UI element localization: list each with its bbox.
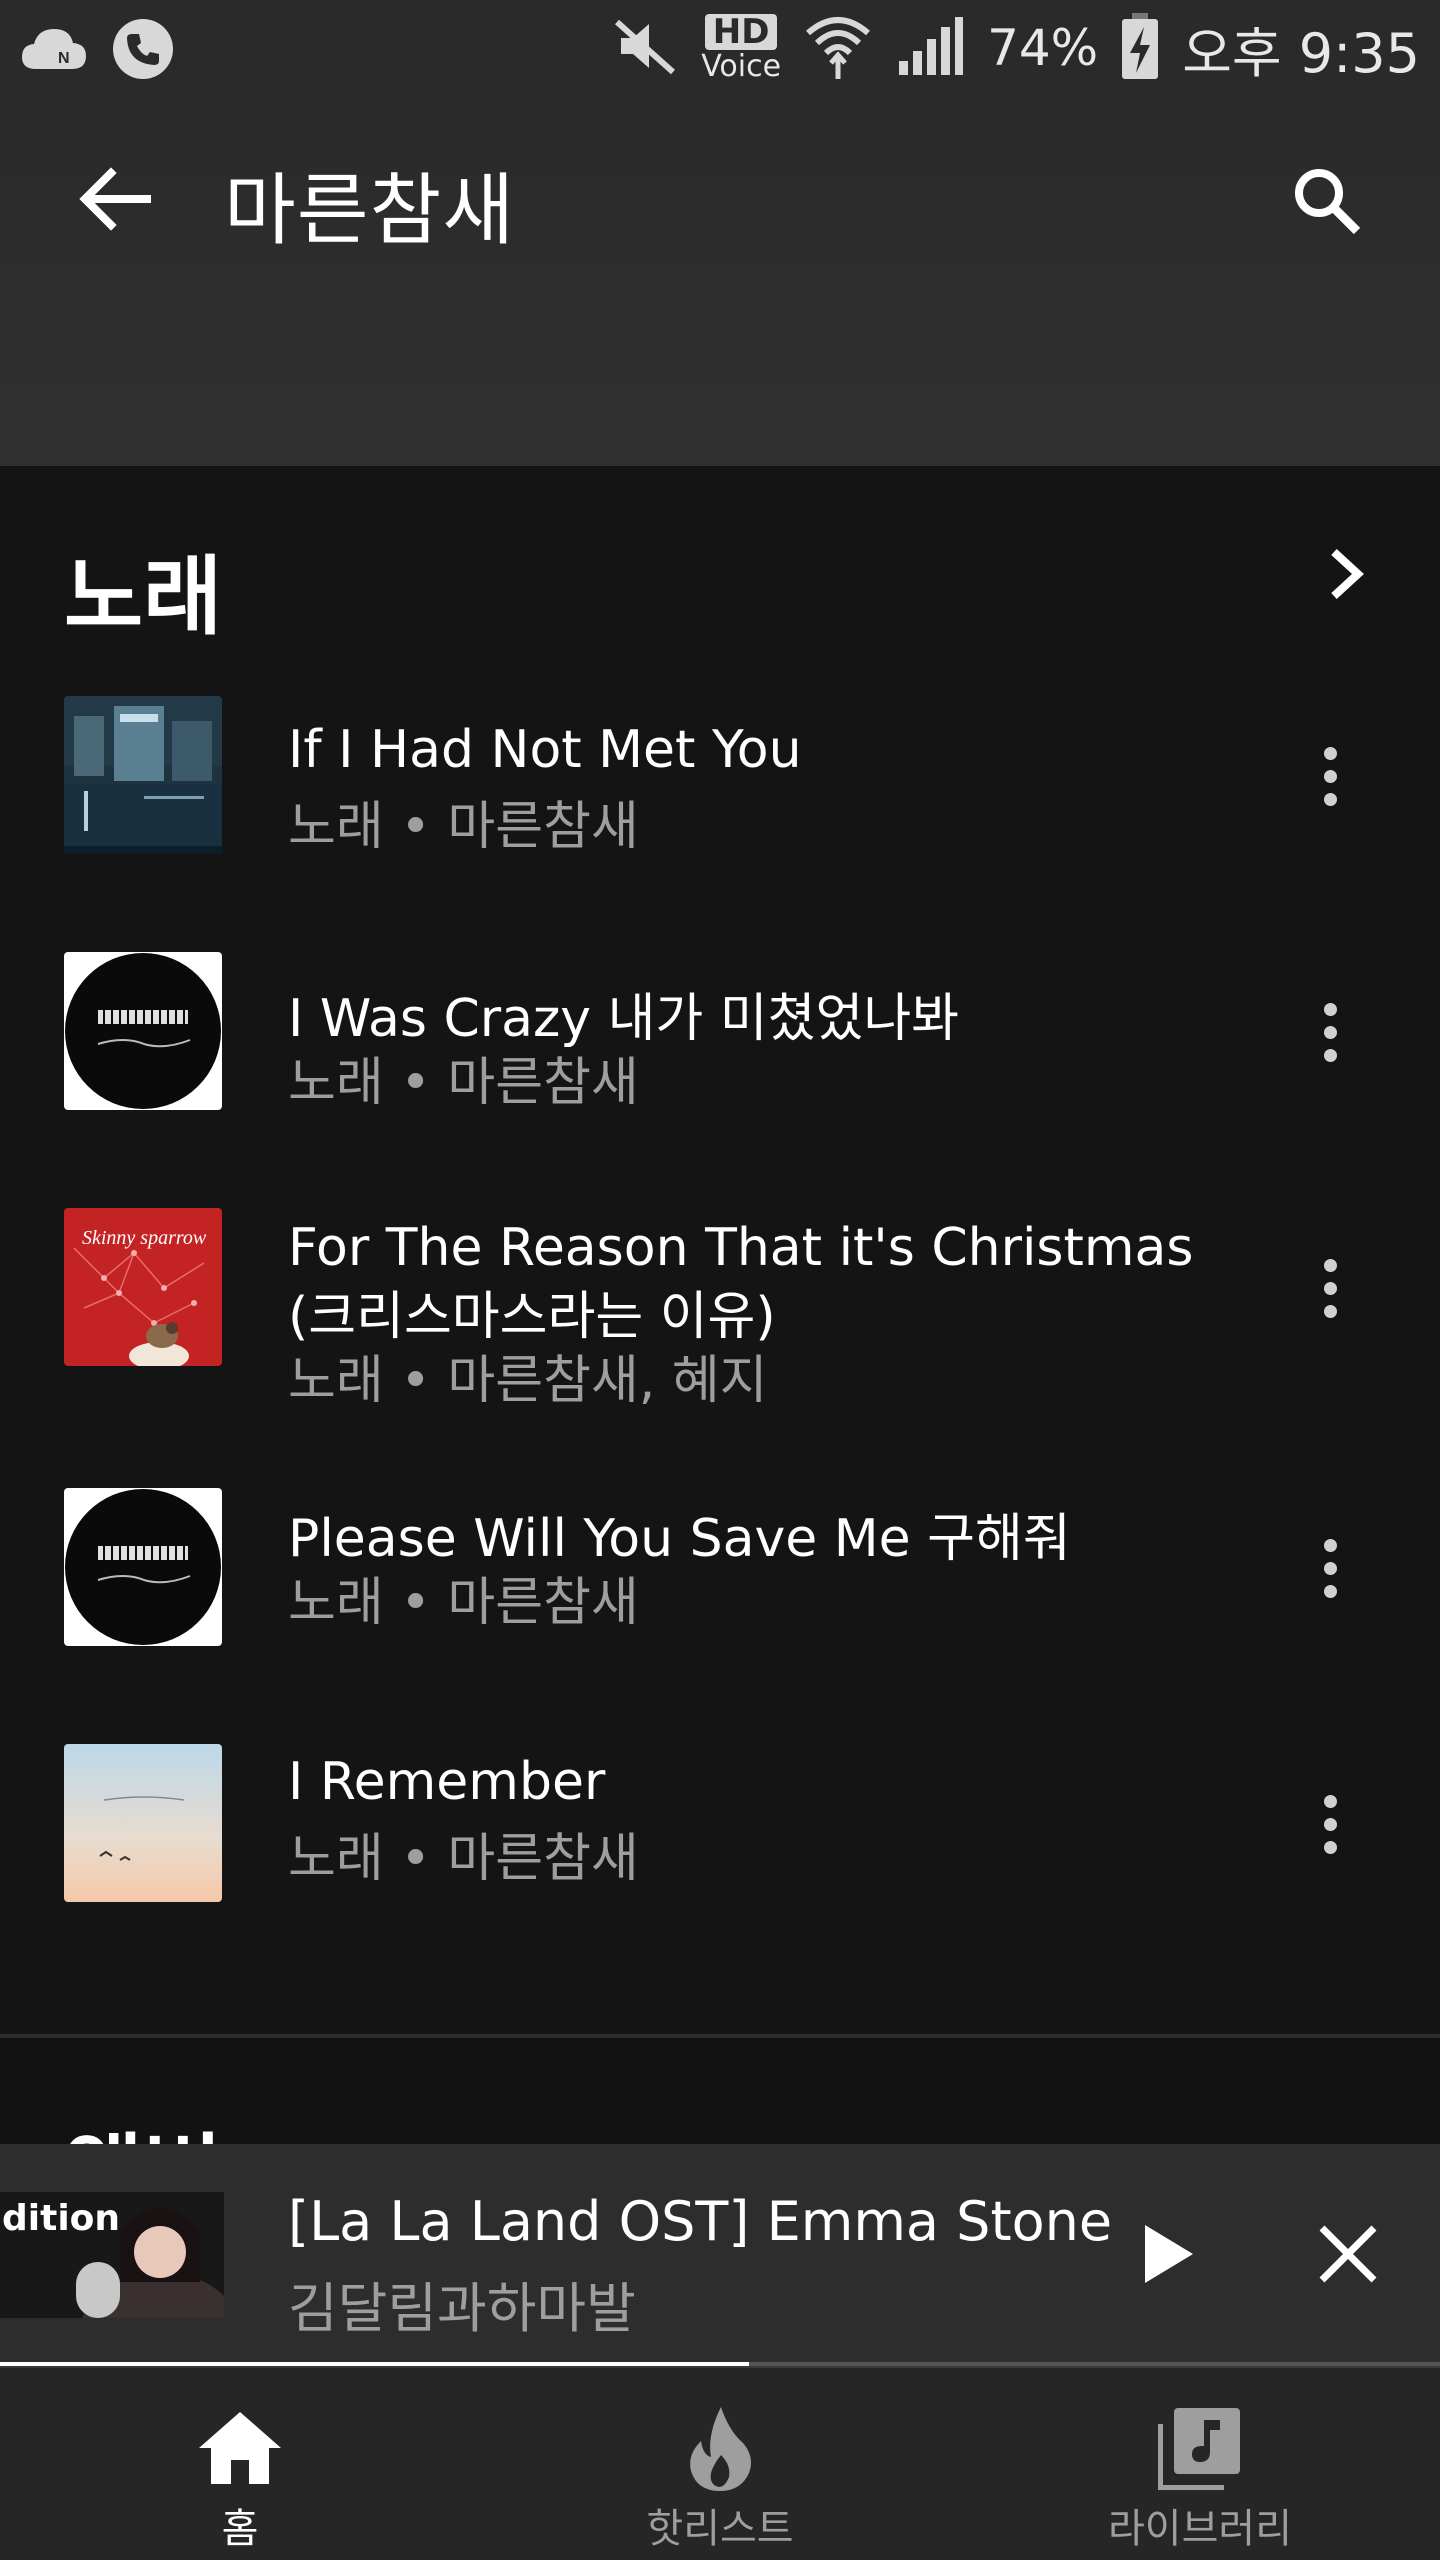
see-all-button[interactable] — [1306, 536, 1386, 616]
song-subtitle: 노래 • 마른참새 — [288, 1053, 639, 1113]
album-art-thumbnail — [64, 696, 222, 854]
now-playing-artist: 김달림과하마발 — [288, 2277, 636, 2340]
cloud-icon: N — [18, 23, 90, 79]
signal-icon — [895, 15, 965, 81]
mute-icon — [613, 16, 679, 80]
song-title: I Remember — [288, 1752, 606, 1812]
nav-label-library: 라이브러리 — [1108, 2506, 1292, 2552]
album-art-thumbnail: Skinny sparrow — [64, 1208, 222, 1366]
home-icon — [185, 2398, 295, 2498]
status-bar: N HD Voice 74% 오후 9:35 — [0, 0, 1440, 96]
bottom-navigation: 홈 핫리스트 라이브러리 — [0, 2366, 1440, 2560]
song-subtitle: 노래 • 마른참새, 혜지 — [288, 1351, 768, 1411]
now-playing-thumbnail[interactable]: dition — [0, 2192, 224, 2318]
hd-label: HD — [704, 14, 778, 50]
hd-voice-badge: HD Voice — [701, 14, 781, 82]
more-options-button[interactable] — [1300, 972, 1360, 1092]
song-title-line1: For The Reason That it's Christmas — [288, 1218, 1194, 1278]
more-options-button[interactable] — [1300, 1228, 1360, 1348]
now-playing-title: [La La Land OST] Emma Stone — [288, 2190, 1113, 2253]
song-title: If I Had Not Met You — [288, 720, 802, 780]
more-options-button[interactable] — [1300, 716, 1360, 836]
app-bar: 마른참새 — [0, 96, 1440, 466]
more-options-button[interactable] — [1300, 1508, 1360, 1628]
mini-player[interactable]: dition [La La Land OST] Emma Stone 김달림과하… — [0, 2144, 1440, 2366]
song-row[interactable]: I Remember 노래 • 마른참새 — [0, 1744, 1440, 2000]
songs-section: 노래 If I Had Not Met You 노래 • 마른참새 I Was … — [0, 466, 1440, 2036]
wifi-icon — [803, 11, 873, 85]
nav-label-hotlist: 핫리스트 — [646, 2506, 794, 2552]
song-subtitle: 노래 • 마른참새 — [288, 1829, 639, 1889]
song-row[interactable]: Skinny sparrow For The Reason That it's … — [0, 1208, 1440, 1498]
nav-label-home: 홈 — [221, 2506, 259, 2552]
song-row[interactable]: If I Had Not Met You 노래 • 마른참새 — [0, 696, 1440, 952]
voice-label: Voice — [701, 49, 782, 84]
page-title: 마른참새 — [224, 166, 516, 256]
close-icon — [1318, 2224, 1378, 2288]
song-subtitle: 노래 • 마른참새 — [288, 797, 639, 857]
nav-item-library[interactable]: 라이브러리 — [960, 2368, 1440, 2560]
svg-text:Skinny sparrow: Skinny sparrow — [82, 1227, 207, 1249]
flame-icon — [665, 2398, 775, 2498]
more-options-button[interactable] — [1300, 1764, 1360, 1884]
phone-icon — [112, 18, 174, 84]
song-row[interactable]: I Was Crazy 내가 미쳤었나봐 노래 • 마른참새 — [0, 952, 1440, 1208]
album-art-thumbnail — [64, 952, 222, 1110]
back-button[interactable] — [60, 146, 170, 256]
search-button[interactable] — [1272, 148, 1382, 258]
thumbnail-overlay-text: dition — [2, 2198, 120, 2239]
clock: 오후 9:35 — [1182, 21, 1420, 85]
play-icon — [1141, 2223, 1195, 2289]
song-row[interactable]: Please Will You Save Me 구해줘 노래 • 마른참새 — [0, 1488, 1440, 1744]
section-divider — [0, 2034, 1440, 2038]
song-subtitle: 노래 • 마른참새 — [288, 1573, 639, 1633]
battery-charging-icon — [1120, 11, 1160, 85]
nav-item-hotlist[interactable]: 핫리스트 — [480, 2368, 960, 2560]
close-player-button[interactable] — [1298, 2206, 1398, 2306]
album-art-thumbnail — [64, 1488, 222, 1646]
album-art-thumbnail — [64, 1744, 222, 1902]
svg-text:N: N — [58, 50, 70, 67]
section-heading: 노래 — [64, 547, 223, 647]
battery-percent: 74% — [987, 19, 1099, 77]
chevron-right-icon — [1324, 546, 1368, 606]
nav-item-home[interactable]: 홈 — [0, 2368, 480, 2560]
library-music-icon — [1145, 2398, 1255, 2498]
arrow-back-icon — [79, 167, 151, 235]
search-icon — [1291, 165, 1363, 241]
play-button[interactable] — [1118, 2206, 1218, 2306]
